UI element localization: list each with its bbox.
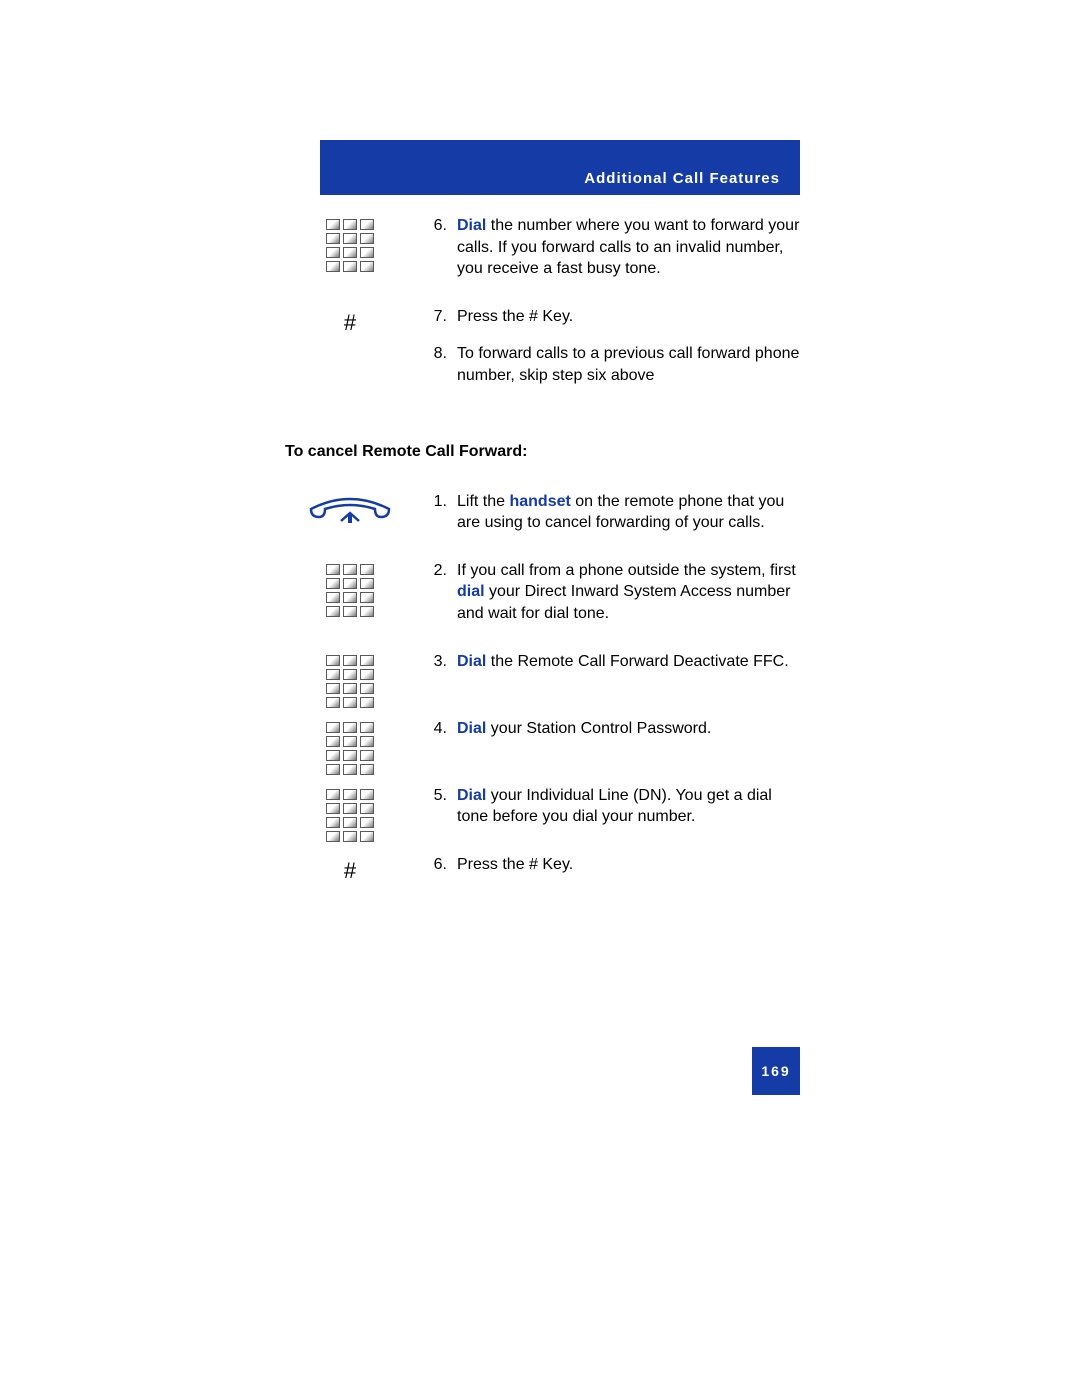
step-body: Dial the Remote Call Forward Deactivate …	[457, 651, 800, 673]
step-row-6: 6. Dial the number where you want to for…	[285, 215, 800, 296]
step-body: If you call from a phone outside the sys…	[457, 560, 800, 625]
keypad-icon	[326, 722, 374, 775]
page-number: 169	[752, 1047, 800, 1095]
handset-icon	[305, 495, 395, 527]
step-number: 5.	[415, 785, 457, 828]
step-number: 8.	[415, 343, 457, 386]
step-number: 6.	[415, 854, 457, 876]
step-number: 3.	[415, 651, 457, 673]
keypad-icon	[326, 655, 374, 708]
page-content: 6. Dial the number where you want to for…	[285, 215, 800, 901]
header-bar: Additional Call Features	[320, 140, 800, 195]
keypad-icon	[326, 219, 374, 272]
step-body: Dial the number where you want to forwar…	[457, 215, 800, 280]
pound-icon: #	[320, 310, 380, 336]
step-number: 1.	[415, 491, 457, 534]
step-body: Lift the handset on the remote phone tha…	[457, 491, 800, 534]
cancel-step-row-2: 2. If you call from a phone outside the …	[285, 560, 800, 641]
keypad-icon	[326, 789, 374, 842]
step-number: 7.	[415, 306, 457, 328]
keypad-icon	[326, 564, 374, 617]
step-body: Press the # Key.	[457, 854, 800, 876]
header-title: Additional Call Features	[584, 170, 780, 187]
step-body: To forward calls to a previous call forw…	[457, 343, 800, 386]
section-title: To cancel Remote Call Forward:	[285, 443, 800, 461]
step-number: 4.	[415, 718, 457, 740]
step-row-7-8: # 7. Press the # Key. 8. To forward call…	[285, 306, 800, 403]
cancel-step-row-3: 3. Dial the Remote Call Forward Deactiva…	[285, 651, 800, 708]
step-number: 6.	[415, 215, 457, 280]
step-number: 2.	[415, 560, 457, 625]
step-body: Dial your Individual Line (DN). You get …	[457, 785, 800, 828]
pound-icon: #	[320, 858, 380, 884]
cancel-step-row-6: # 6. Press the # Key.	[285, 854, 800, 892]
cancel-step-row-5: 5. Dial your Individual Line (DN). You g…	[285, 785, 800, 844]
step-body: Dial your Station Control Password.	[457, 718, 800, 740]
cancel-step-row-1: 1. Lift the handset on the remote phone …	[285, 491, 800, 550]
step-body: Press the # Key.	[457, 306, 800, 328]
document-page: Additional Call Features 6. Dial the num…	[0, 0, 1080, 1397]
cancel-step-row-4: 4. Dial your Station Control Password.	[285, 718, 800, 775]
